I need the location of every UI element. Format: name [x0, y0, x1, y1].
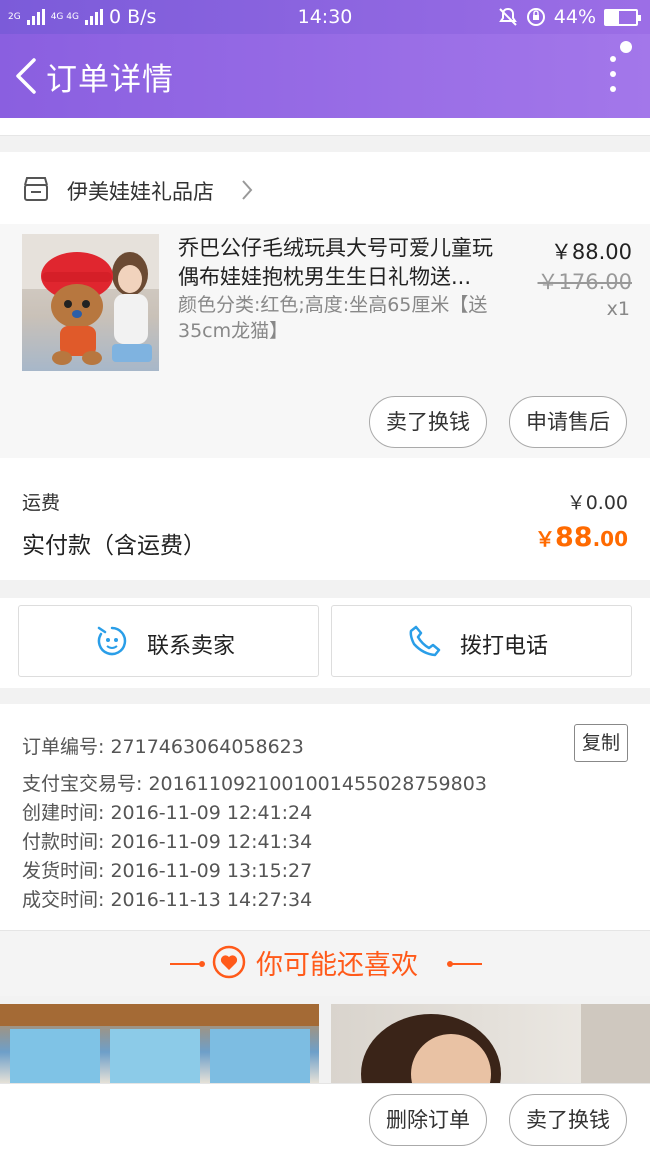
paid-amount-decimal: .00: [592, 527, 628, 551]
paid-time: 付款时间: 2016-11-09 12:41:34: [22, 831, 313, 853]
page-title: 订单详情: [46, 62, 174, 98]
apply-aftersale-button[interactable]: 申请售后: [509, 396, 627, 448]
chat-face-icon: [97, 626, 127, 656]
contact-section: 联系卖家 拨打电话: [0, 598, 650, 688]
call-phone-label: 拨打电话: [460, 634, 549, 659]
rotation-lock-icon: [526, 8, 545, 26]
chevron-right-icon: [242, 180, 253, 200]
contact-seller-label: 联系卖家: [147, 634, 236, 659]
product-price: ￥88.00: [550, 240, 632, 264]
recommend-item-image[interactable]: [0, 1004, 319, 1084]
product-original-price: ￥176.00: [537, 270, 632, 294]
fees-section: 运费 ￥0.00 实付款（含运费） ￥88.00: [0, 458, 650, 580]
divider: [0, 135, 650, 136]
product-card[interactable]: 乔巴公仔毛绒玩具大号可爱儿童玩偶布娃娃抱枕男生生日礼物送... 颜色分类:红色;…: [0, 224, 650, 458]
paid-amount-value: ￥88.00: [535, 522, 628, 553]
heart-icon: [212, 945, 246, 979]
call-phone-button[interactable]: 拨打电话: [331, 605, 632, 677]
sell-for-cash-button-bottom[interactable]: 卖了换钱: [509, 1094, 627, 1146]
recommend-item-image[interactable]: [331, 1004, 650, 1084]
notification-dot: [620, 41, 632, 53]
order-info-section: 订单编号: 2717463064058623 复制 支付宝交易号: 201611…: [0, 704, 650, 930]
product-image[interactable]: [22, 234, 159, 371]
order-number: 订单编号: 2717463064058623: [22, 736, 304, 758]
product-quantity: x1: [606, 298, 630, 320]
recommend-title: 你可能还喜欢: [256, 950, 418, 981]
phone-icon: [409, 625, 441, 657]
copy-button[interactable]: 复制: [574, 724, 628, 762]
bottom-action-bar: 删除订单 卖了换钱: [0, 1083, 650, 1155]
store-icon: [24, 177, 48, 201]
product-sku: 颜色分类:红色;高度:坐高65厘米【送35cm龙猫】: [178, 294, 488, 342]
battery-percent: 44%: [553, 6, 596, 28]
decor-line-right: [447, 961, 482, 967]
shop-row[interactable]: 伊美娃娃礼品店: [0, 152, 650, 224]
product-title[interactable]: 乔巴公仔毛绒玩具大号可爱儿童玩偶布娃娃抱枕男生生日礼物送...: [178, 234, 508, 292]
paid-amount-label: 实付款（含运费）: [22, 533, 206, 559]
paid-amount-integer: 88: [554, 522, 593, 553]
battery-icon: [604, 8, 641, 26]
shipped-time: 发货时间: 2016-11-09 13:15:27: [22, 860, 313, 882]
sell-for-cash-button[interactable]: 卖了换钱: [369, 396, 487, 448]
recommend-header: 你可能还喜欢: [0, 930, 650, 996]
mute-bell-icon: [498, 7, 517, 26]
status-bar: 2G 4G 4G 0 B/s 14:30 44%: [0, 0, 650, 34]
decor-line-left: [170, 961, 205, 967]
completed-time: 成交时间: 2016-11-13 14:27:34: [22, 889, 313, 911]
top-divider: [0, 118, 650, 135]
contact-seller-button[interactable]: 联系卖家: [18, 605, 319, 677]
shipping-label: 运费: [22, 492, 61, 514]
back-arrow-icon[interactable]: [10, 54, 46, 98]
shop-name[interactable]: 伊美娃娃礼品店: [67, 176, 214, 206]
currency-symbol: ￥: [534, 527, 555, 551]
delete-order-button[interactable]: 删除订单: [369, 1094, 487, 1146]
header-bar: 订单详情: [0, 34, 650, 118]
shipping-value: ￥0.00: [566, 492, 628, 514]
created-time: 创建时间: 2016-11-09 12:41:24: [22, 802, 313, 824]
more-options-icon[interactable]: [606, 56, 620, 96]
alipay-trade-number: 支付宝交易号: 2016110921001001455028759803: [22, 773, 487, 795]
